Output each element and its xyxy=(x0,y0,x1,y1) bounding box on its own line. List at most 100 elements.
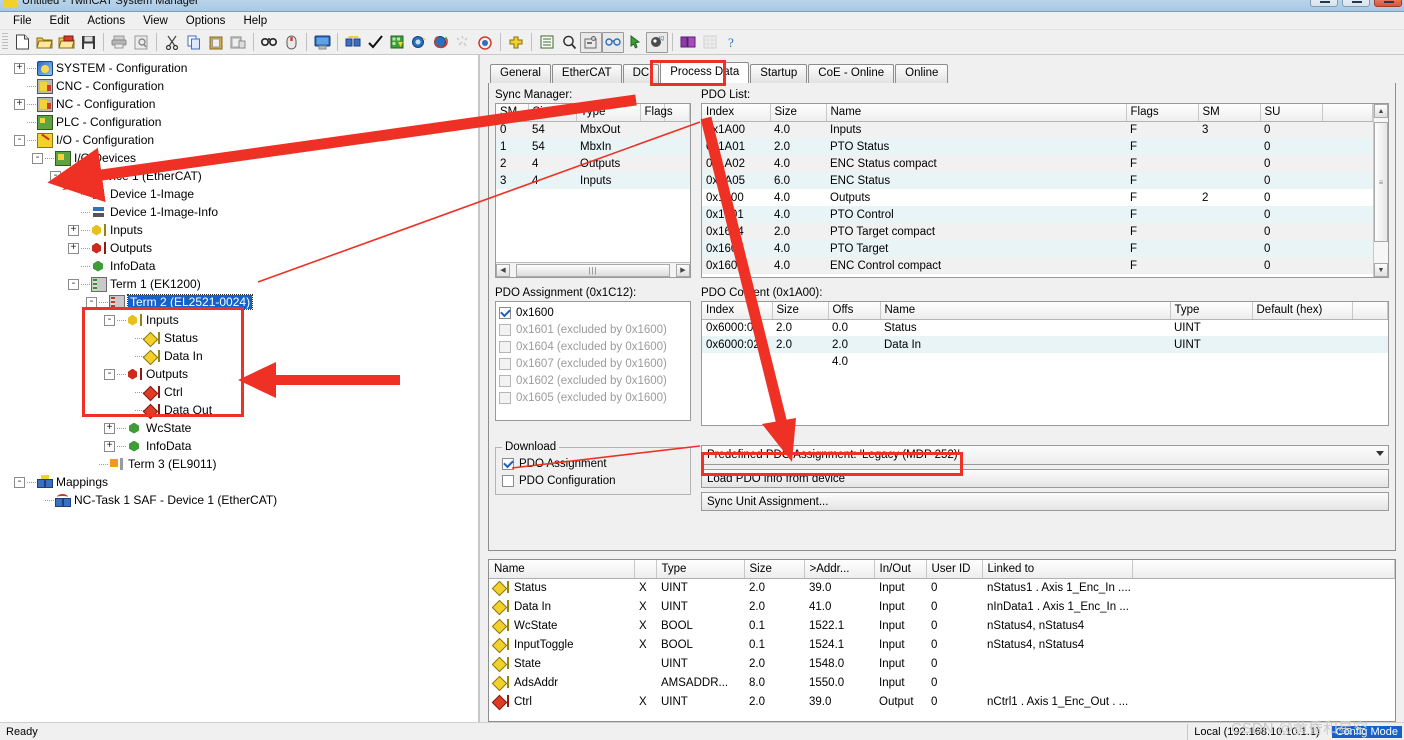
sync-manager-grid[interactable]: SM Size Type Flags 0 54 MbxOut 1 54 MbxIn 2 4 Output… xyxy=(496,104,690,189)
variables-column-header[interactable]: >Addr... xyxy=(804,560,875,579)
chevron-down-icon[interactable] xyxy=(1376,451,1384,456)
table-row[interactable]: 0x1607 4.0 PTO Target F 0 xyxy=(702,240,1373,257)
tree-node[interactable]: - I/O Devices xyxy=(4,149,478,167)
download-option-row[interactable]: PDO Assignment xyxy=(502,455,684,472)
tree-node[interactable]: Term 3 (EL9011) xyxy=(4,455,478,473)
tree-expand-icon[interactable]: + xyxy=(14,98,25,110)
column-header[interactable]: Size xyxy=(770,104,827,122)
table-row[interactable]: 0x1A02 4.0 ENC Status compact F 0 xyxy=(702,155,1373,172)
pdo-content-box[interactable]: Index Size Offs Name Type Default (hex) 0x6000… xyxy=(701,301,1389,426)
column-header[interactable]: Offs xyxy=(828,302,881,320)
pointer-icon[interactable] xyxy=(624,32,646,53)
pdo-assignment-list[interactable]: 0x1600 0x1601 (excluded by 0x1600) 0x1604 … xyxy=(495,301,691,421)
tree-node[interactable]: - Inputs xyxy=(4,311,478,329)
scroll-down-icon[interactable]: ▼ xyxy=(1374,263,1388,277)
checkbox-icon[interactable] xyxy=(499,306,511,319)
table-row[interactable]: 0x1600 4.0 Outputs F 2 0 xyxy=(702,189,1373,206)
tab-dc[interactable]: DC xyxy=(622,64,660,83)
mouse-icon[interactable] xyxy=(280,32,302,53)
hscroll-thumb[interactable]: ||| xyxy=(516,263,670,277)
tree-node[interactable]: InfoData xyxy=(4,257,478,275)
menu-file[interactable]: File xyxy=(4,14,41,28)
paste-special-icon[interactable] xyxy=(227,32,249,53)
column-header[interactable]: SM xyxy=(1198,104,1261,122)
variables-column-header[interactable]: In/Out xyxy=(874,560,927,579)
predefined-pdo-assignment-combobox[interactable]: Predefined PDO Assignment: 'Legacy (MDP … xyxy=(701,445,1389,465)
iq-icon[interactable]: IQ xyxy=(646,31,668,53)
tree-collapse-icon[interactable]: - xyxy=(68,278,79,290)
scroll-right-icon[interactable]: ▶ xyxy=(676,263,690,277)
new-document-icon[interactable] xyxy=(11,32,33,53)
scan-devices-icon[interactable] xyxy=(342,32,364,53)
choose-target-system-icon[interactable] xyxy=(311,32,333,53)
save-icon[interactable] xyxy=(77,32,99,53)
variable-row[interactable]: AdsAddr AMSADDR... 8.0 1550.0 Input 0 xyxy=(489,673,1395,692)
variables-column-header[interactable]: Linked to xyxy=(982,560,1133,579)
pdo-list-box[interactable]: Index Size Name Flags SM SU 0x1A00 4.0 Inputs F 3 0… xyxy=(701,103,1389,278)
tab-startup[interactable]: Startup xyxy=(750,64,808,83)
table-row[interactable]: 0x6000:01 2.0 0.0 Status UINT xyxy=(702,319,1388,336)
load-pdo-info-button[interactable]: Load PDO info from device xyxy=(701,469,1389,488)
cut-icon[interactable] xyxy=(161,32,183,53)
tab-ethercat[interactable]: EtherCAT xyxy=(551,64,622,83)
list-icon[interactable] xyxy=(536,32,558,53)
check-configuration-icon[interactable] xyxy=(364,32,386,53)
vscroll-thumb[interactable]: ≡ xyxy=(1374,122,1388,242)
grid-icon[interactable] xyxy=(699,32,721,53)
tree-node[interactable]: + WcState xyxy=(4,419,478,437)
tree-expand-icon[interactable]: + xyxy=(68,242,79,254)
tree-node[interactable]: + Inputs xyxy=(4,221,478,239)
tab-coe-online[interactable]: CoE - Online xyxy=(808,64,895,83)
variables-column-header[interactable]: User ID xyxy=(926,560,983,579)
magnify-icon[interactable] xyxy=(558,32,580,53)
variable-row[interactable]: Data In X UINT 2.0 41.0 Input 0 nInData1 . Axis… xyxy=(489,597,1395,616)
column-header[interactable]: Flags xyxy=(1126,104,1199,122)
help-book-icon[interactable] xyxy=(677,32,699,53)
table-row[interactable]: 0x1A05 6.0 ENC Status F 0 xyxy=(702,172,1373,189)
tree-collapse-icon[interactable]: - xyxy=(86,296,97,308)
copy-icon[interactable] xyxy=(183,32,205,53)
variables-column-header[interactable]: Size xyxy=(744,560,805,579)
variable-row[interactable]: Status X UINT 2.0 39.0 Input 0 nStatus1 . Axis … xyxy=(489,578,1395,597)
variables-column-header[interactable]: Type xyxy=(656,560,745,579)
column-header[interactable]: Type xyxy=(576,104,641,122)
column-header[interactable]: Name xyxy=(880,302,1171,320)
variables-column-header[interactable] xyxy=(634,560,657,579)
open-project-icon[interactable] xyxy=(55,32,77,53)
activate-configuration-icon[interactable] xyxy=(386,32,408,53)
tree-node[interactable]: - Mappings xyxy=(4,473,478,491)
io-link-icon[interactable] xyxy=(580,31,602,53)
menu-actions[interactable]: Actions xyxy=(78,14,134,28)
print-icon[interactable] xyxy=(108,32,130,53)
toolbar-grip[interactable] xyxy=(2,33,8,51)
checkbox-icon[interactable] xyxy=(502,474,514,487)
variables-grid[interactable]: Name Type Size >Addr... In/Out User ID Linked … xyxy=(489,560,1395,711)
vscroll-track[interactable]: ≡ xyxy=(1374,118,1388,263)
table-row[interactable]: 1 54 MbxIn xyxy=(496,138,690,155)
tree-collapse-icon[interactable]: - xyxy=(104,314,115,326)
find-icon[interactable] xyxy=(258,32,280,53)
tab-process-data[interactable]: Process Data xyxy=(660,62,750,83)
tree-node[interactable]: Status xyxy=(4,329,478,347)
tree-node[interactable]: PLC - Configuration xyxy=(4,113,478,131)
tree-node[interactable]: Ctrl xyxy=(4,383,478,401)
variable-row[interactable]: InputToggle X BOOL 0.1 1524.1 Input 0 nStatus4,… xyxy=(489,635,1395,654)
column-header[interactable]: SM xyxy=(496,104,529,122)
menu-edit[interactable]: Edit xyxy=(41,14,79,28)
column-header[interactable]: Name xyxy=(826,104,1127,122)
add-box-icon[interactable] xyxy=(505,32,527,53)
menu-view[interactable]: View xyxy=(134,14,177,28)
about-icon[interactable]: ? xyxy=(721,32,743,53)
table-row[interactable]: 0x1602 4.0 ENC Control compact F 0 xyxy=(702,257,1373,274)
pdo-assignment-row[interactable]: 0x1600 xyxy=(499,304,687,321)
column-header[interactable]: Index xyxy=(702,302,773,320)
tree-node[interactable]: + Outputs xyxy=(4,239,478,257)
column-header[interactable]: Flags xyxy=(640,104,673,122)
table-row[interactable]: 0x6000:02 2.0 2.0 Data In UINT xyxy=(702,336,1388,353)
table-row[interactable]: 4.0 xyxy=(702,353,1388,370)
tree-node[interactable]: CNC - Configuration xyxy=(4,77,478,95)
variable-row[interactable]: Ctrl X UINT 2.0 39.0 Output 0 nCtrl1 . Axis 1_E… xyxy=(489,692,1395,711)
tree-expand-icon[interactable]: + xyxy=(104,422,115,434)
pdo-content-grid[interactable]: Index Size Offs Name Type Default (hex) 0x6000… xyxy=(702,302,1388,370)
show-online-data-icon[interactable] xyxy=(474,32,496,53)
